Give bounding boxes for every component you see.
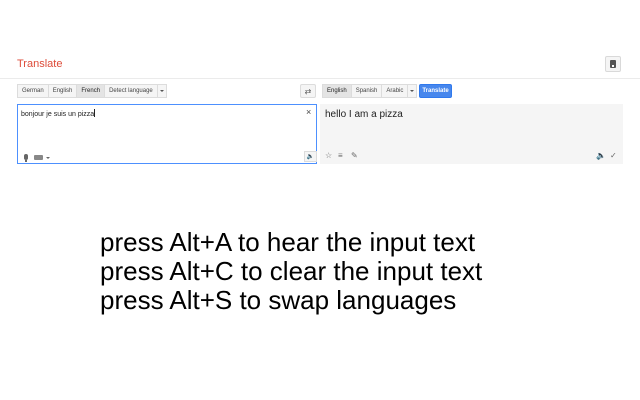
app-title: Translate xyxy=(17,58,63,70)
speaker-icon[interactable]: 🔈 xyxy=(596,151,606,160)
listen-source-button[interactable]: 🔈 xyxy=(304,151,317,162)
text-cursor xyxy=(94,109,96,117)
list-icon[interactable]: ≡ xyxy=(338,151,343,160)
translated-text: hello I am a pizza xyxy=(325,109,403,120)
app-header: Translate xyxy=(0,50,640,79)
source-language-bar: German English French Detect language xyxy=(17,84,167,98)
speaker-icon: 🔈 xyxy=(306,154,315,160)
chevron-down-icon xyxy=(159,90,164,92)
target-lang-dropdown[interactable] xyxy=(407,84,418,98)
instruction-line: press Alt+S to swap languages xyxy=(100,285,457,315)
translation-result: hello I am a pizza ☆ ≡ ✎ 🔈 ✓ xyxy=(320,104,623,164)
target-lang-spanish[interactable]: Spanish xyxy=(350,84,382,98)
pencil-icon[interactable]: ✎ xyxy=(351,151,358,160)
source-lang-english[interactable]: English xyxy=(47,84,77,98)
source-lang-french[interactable]: French xyxy=(76,84,105,98)
swap-icon: ⇄ xyxy=(304,86,312,96)
shortcut-instructions: press Alt+A to hear the input text press… xyxy=(100,228,482,315)
page-icon xyxy=(610,60,616,68)
source-text[interactable]: bonjour je suis un pizza xyxy=(21,109,96,118)
keyboard-icon[interactable] xyxy=(34,155,43,160)
source-lang-german[interactable]: German xyxy=(17,84,48,98)
source-lang-detect[interactable]: Detect language xyxy=(104,84,157,98)
instruction-line: press Alt+C to clear the input text xyxy=(100,256,483,286)
source-text-area[interactable]: bonjour je suis un pizza × 🔈 xyxy=(17,104,317,164)
translate-button[interactable]: Translate xyxy=(419,84,452,98)
swap-languages-button[interactable]: ⇄ xyxy=(300,84,316,98)
target-lang-english[interactable]: English xyxy=(322,84,351,98)
chevron-down-icon[interactable] xyxy=(46,157,50,159)
page: Translate German English French Detect l… xyxy=(0,0,640,400)
target-lang-arabic[interactable]: Arabic xyxy=(381,84,408,98)
source-lang-dropdown[interactable] xyxy=(156,84,167,98)
source-text-value: bonjour je suis un pizza xyxy=(21,111,95,118)
target-language-bar: English Spanish Arabic xyxy=(322,84,418,98)
page-options-button[interactable] xyxy=(605,56,621,72)
microphone-icon[interactable] xyxy=(24,154,28,162)
chevron-down-icon xyxy=(410,90,415,92)
star-icon[interactable]: ☆ xyxy=(325,151,332,160)
clear-icon[interactable]: × xyxy=(306,107,311,117)
instruction-line: press Alt+A to hear the input text xyxy=(100,227,476,257)
check-icon[interactable]: ✓ xyxy=(610,151,617,160)
